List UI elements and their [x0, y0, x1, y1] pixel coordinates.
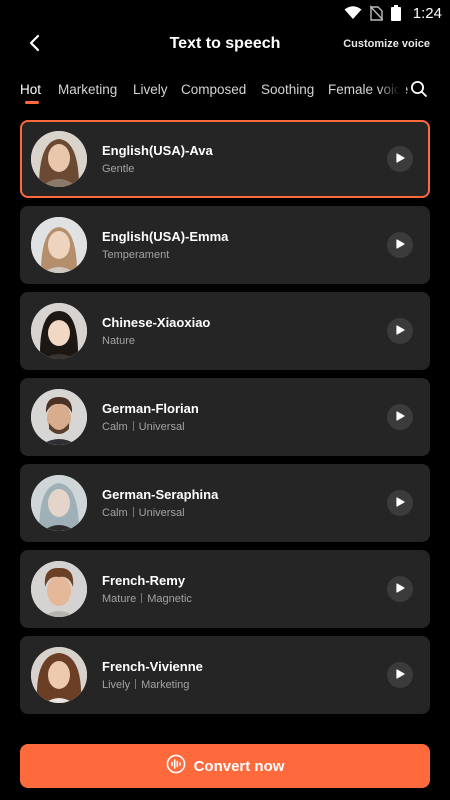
active-tab-indicator — [25, 101, 39, 104]
category-tabs: Hot Marketing Lively Composed Soothing F… — [0, 76, 450, 108]
tabs-fade — [378, 76, 406, 108]
voice-tag: Universal — [138, 507, 185, 519]
avatar-xiaoxiao — [31, 303, 87, 359]
voice-tags: Temperament — [102, 249, 169, 261]
play-icon — [395, 494, 405, 512]
voice-tags: Calm Universal — [102, 421, 185, 433]
voice-tag: Magnetic — [147, 593, 192, 605]
tag-divider — [132, 507, 134, 517]
voice-name: English(USA)-Ava — [102, 143, 213, 158]
voice-name: French-Remy — [102, 573, 186, 588]
customize-voice-button[interactable]: Customize voice — [343, 38, 430, 50]
voice-tag: Lively — [102, 679, 131, 691]
voice-tag: Calm — [102, 421, 128, 433]
play-icon — [395, 150, 405, 168]
status-bar: 1:24 — [0, 0, 450, 26]
tag-divider — [141, 593, 143, 603]
voice-card-seraphina[interactable]: German-Seraphina Calm Universal — [20, 464, 430, 542]
play-icon — [395, 408, 405, 426]
search-button[interactable] — [408, 80, 430, 102]
avatar-florian — [31, 389, 87, 445]
play-button[interactable] — [387, 232, 413, 258]
voice-name: Chinese-Xiaoxiao — [102, 315, 211, 330]
play-button[interactable] — [387, 490, 413, 516]
avatar-ava — [31, 131, 87, 187]
voice-tag: Gentle — [102, 163, 135, 175]
play-button[interactable] — [387, 576, 413, 602]
voice-card-ava[interactable]: English(USA)-Ava Gentle — [20, 120, 430, 198]
voice-tag: Mature — [102, 593, 137, 605]
voice-tag: Marketing — [141, 679, 190, 691]
tab-hot[interactable]: Hot — [20, 82, 41, 97]
search-icon — [410, 80, 428, 103]
voice-card-vivienne[interactable]: French-Vivienne Lively Marketing — [20, 636, 430, 714]
voice-tags: Calm Universal — [102, 507, 185, 519]
avatar-seraphina — [31, 475, 87, 531]
play-icon — [395, 236, 405, 254]
chevron-left-icon — [29, 34, 41, 57]
back-button[interactable] — [22, 32, 48, 58]
avatar-vivienne — [31, 647, 87, 703]
convert-now-label: Convert now — [193, 757, 285, 775]
tab-composed[interactable]: Composed — [181, 82, 246, 97]
battery-icon — [390, 5, 401, 21]
voice-name: German-Seraphina — [102, 487, 219, 502]
play-button[interactable] — [387, 318, 413, 344]
no-sim-icon — [369, 5, 383, 21]
voice-tags: Lively Marketing — [102, 679, 189, 691]
voice-card-xiaoxiao[interactable]: Chinese-Xiaoxiao Nature — [20, 292, 430, 370]
voice-tags: Mature Magnetic — [102, 593, 192, 605]
wifi-icon — [344, 6, 362, 20]
convert-now-button[interactable]: Convert now — [20, 744, 430, 788]
avatar-emma — [31, 217, 87, 273]
voice-card-florian[interactable]: German-Florian Calm Universal — [20, 378, 430, 456]
voice-name: English(USA)-Emma — [102, 229, 229, 244]
voice-tag: Temperament — [102, 249, 170, 261]
tab-soothing[interactable]: Soothing — [261, 82, 314, 97]
play-icon — [395, 322, 405, 340]
voice-tags: Nature — [102, 335, 135, 347]
play-button[interactable] — [387, 146, 413, 172]
audio-wave-icon — [166, 754, 186, 779]
play-button[interactable] — [387, 662, 413, 688]
voice-card-emma[interactable]: English(USA)-Emma Temperament — [20, 206, 430, 284]
tab-lively[interactable]: Lively — [133, 82, 168, 97]
voice-tag: Nature — [102, 335, 136, 347]
avatar-remy — [31, 561, 87, 617]
app-header: Text to speech Customize voice — [0, 26, 450, 64]
play-button[interactable] — [387, 404, 413, 430]
play-icon — [395, 666, 405, 684]
voice-card-remy[interactable]: French-Remy Mature Magnetic — [20, 550, 430, 628]
status-time: 1:24 — [412, 4, 442, 22]
voice-tag: Calm — [102, 507, 128, 519]
voice-tag: Universal — [138, 421, 185, 433]
voice-name: German-Florian — [102, 401, 199, 416]
voice-name: French-Vivienne — [102, 659, 203, 674]
voice-tags: Gentle — [102, 163, 134, 175]
tag-divider — [135, 679, 137, 689]
tag-divider — [132, 421, 134, 431]
play-icon — [395, 580, 405, 598]
tab-marketing[interactable]: Marketing — [58, 82, 117, 97]
